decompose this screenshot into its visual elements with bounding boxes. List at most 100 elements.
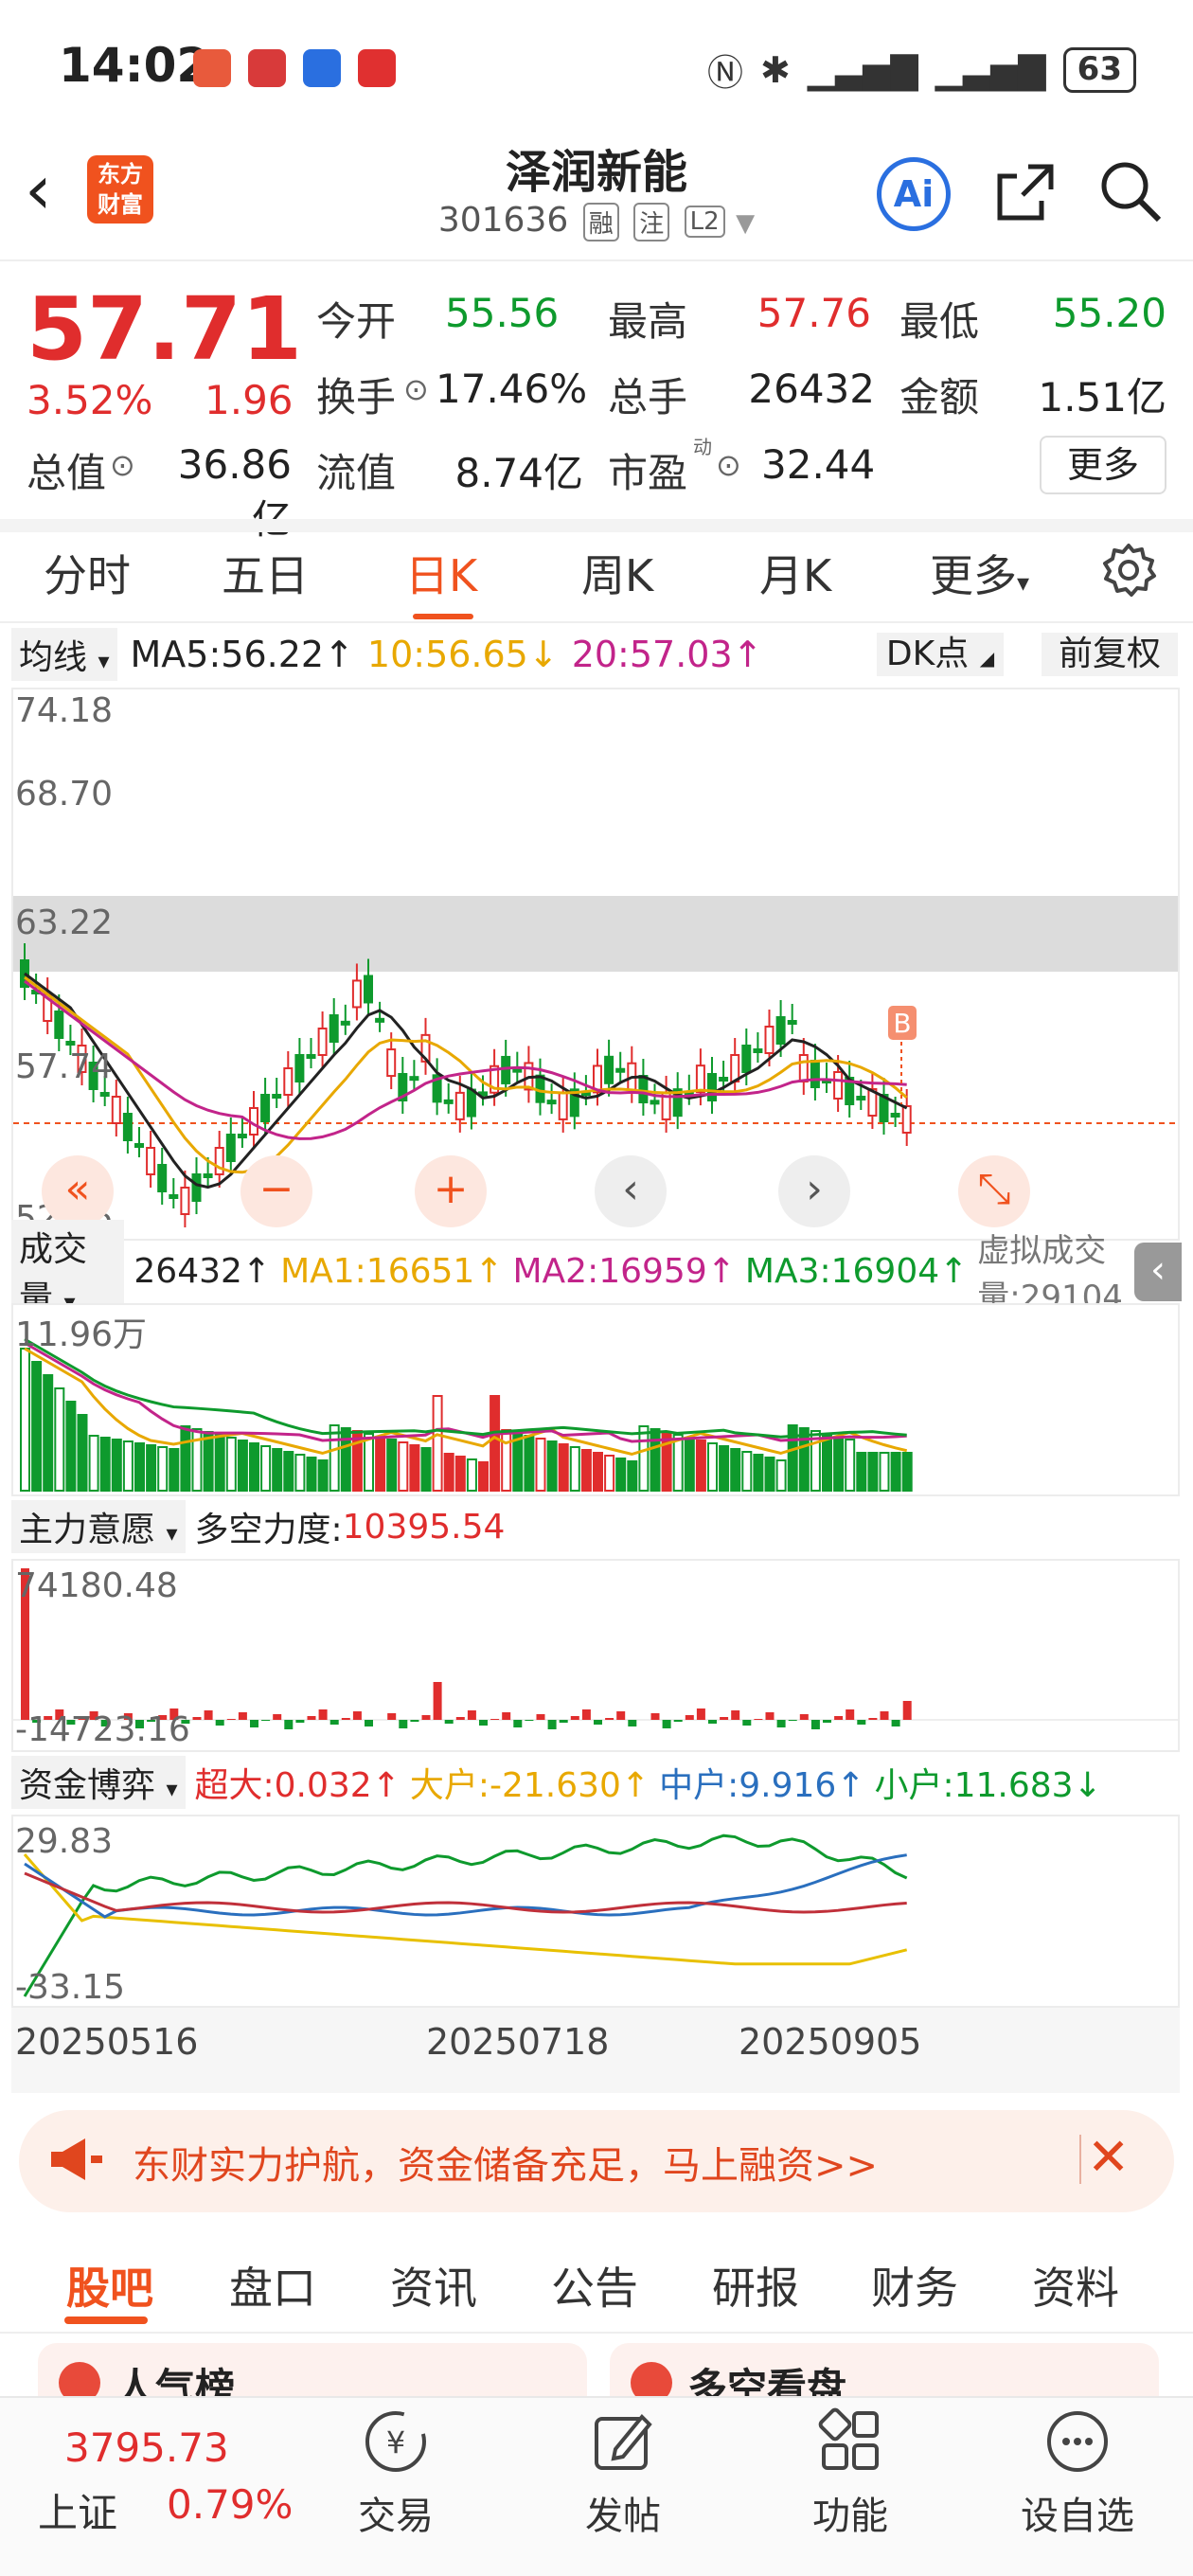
volume-bar (340, 1427, 351, 1492)
collapse-panel-icon[interactable]: ‹ (1134, 1243, 1182, 1301)
volume-bar (775, 1459, 787, 1492)
candle (260, 1094, 271, 1122)
tab-daily-k[interactable]: 日K (405, 542, 477, 604)
low-label: 最低 (899, 298, 980, 345)
chevron-right-icon[interactable]: › (778, 1155, 850, 1227)
tab-five-day[interactable]: 五日 (222, 542, 309, 604)
gear-icon[interactable] (1100, 542, 1157, 599)
ma-dropdown[interactable]: 均线 ▾ (11, 628, 117, 681)
candle (695, 1064, 705, 1094)
main-force-bar (731, 1710, 740, 1720)
volume-bar (524, 1435, 535, 1492)
candle (856, 1096, 866, 1100)
chevron-down-icon[interactable]: ▼ (736, 209, 755, 238)
index-value[interactable]: 3795.73 (64, 2424, 229, 2471)
main-force-bar (433, 1682, 442, 1720)
chevron-down-icon: ▾ (166, 1520, 178, 1547)
expand-icon[interactable]: ⤡ (958, 1155, 1030, 1227)
ai-button[interactable]: Ai (877, 157, 951, 231)
volume-bar (180, 1425, 191, 1492)
volume-bar (604, 1455, 615, 1492)
promo-text[interactable]: 东财实力护航，资金储备充足，马上融资>> (133, 2135, 878, 2190)
svg-text:¥: ¥ (386, 2424, 405, 2460)
tab-more[interactable]: 更多▾ (930, 542, 1029, 604)
volume-bar (272, 1448, 283, 1492)
tab-monthly-k[interactable]: 月K (759, 542, 831, 604)
main-force-chart: 74180.48 -14723.16 (11, 1559, 1180, 1752)
date-label: 20250718 (426, 2021, 610, 2063)
add-watchlist-button[interactable]: 设自选 (1002, 2406, 1153, 2540)
tab-forum[interactable]: 股吧 (66, 2254, 153, 2317)
candle (753, 1048, 763, 1053)
candle (306, 1054, 316, 1059)
volume-bar (695, 1440, 706, 1492)
candle (146, 1147, 156, 1175)
y-label: 68.70 (15, 775, 114, 814)
large-holder-line (23, 1853, 908, 1966)
index-change[interactable]: 0.79% (167, 2481, 293, 2528)
volume-bar (398, 1441, 409, 1492)
tab-intraday[interactable]: 分时 (44, 542, 131, 604)
volume-chart: 11.96万 (11, 1303, 1180, 1496)
chevron-left-icon[interactable]: ‹ (595, 1155, 667, 1227)
dk-point-button[interactable]: DK点 ◢ (877, 633, 1004, 676)
more-button[interactable]: 更多 (1040, 436, 1166, 494)
indicator-dropdown[interactable]: 资金博弈 ▾ (11, 1756, 186, 1809)
float-cap-value: 8.74亿 (454, 450, 583, 496)
zoom-in-icon[interactable]: + (415, 1155, 487, 1227)
low-value: 55.20 (1052, 290, 1166, 336)
card-long-short[interactable]: 多空看盘 (610, 2343, 1159, 2411)
adjust-mode-button[interactable]: 前复权 (1042, 633, 1178, 676)
volume-bar (684, 1437, 695, 1492)
indicator-dropdown[interactable]: 主力意愿 ▾ (11, 1500, 186, 1553)
market-cap-label: 总值 (27, 450, 107, 496)
info-icon[interactable]: ⊙ (716, 447, 741, 483)
volume-bar (454, 1456, 466, 1492)
y-label: 74.18 (15, 691, 114, 730)
candle (340, 1020, 350, 1026)
volume-bar (627, 1460, 638, 1492)
main-force-bar (525, 1720, 534, 1721)
volume-bar (741, 1451, 753, 1492)
candle (225, 1134, 236, 1162)
search-icon[interactable] (1096, 157, 1165, 225)
main-force-bar (307, 1716, 316, 1720)
volume-bar (707, 1442, 718, 1492)
info-icon[interactable]: ⊙ (110, 447, 135, 483)
tab-research[interactable]: 研报 (712, 2254, 799, 2317)
volume-bar (856, 1452, 867, 1492)
card-popularity[interactable]: 人气榜 (38, 2343, 587, 2411)
share-icon[interactable] (990, 159, 1059, 227)
volume-bar (558, 1443, 569, 1492)
tab-weekly-k[interactable]: 周K (581, 542, 653, 604)
trade-button[interactable]: ¥ 交易 (320, 2406, 472, 2540)
close-icon[interactable]: ✕ (1087, 2127, 1130, 2187)
tab-profile[interactable]: 资料 (1032, 2254, 1119, 2317)
volume-bars (20, 1348, 913, 1492)
tab-announcements[interactable]: 公告 (551, 2254, 638, 2317)
volume-bar (99, 1437, 111, 1492)
kline-chart[interactable]: B 74.18 68.70 63.22 57.74 52.26 « − + ‹ … (11, 688, 1180, 1241)
tab-news[interactable]: 资讯 (390, 2254, 477, 2317)
post-button[interactable]: 发帖 (547, 2406, 699, 2540)
scroll-left-fast-icon[interactable]: « (42, 1155, 114, 1227)
candle (351, 979, 362, 1009)
volume-bar (890, 1452, 901, 1492)
tab-order-book[interactable]: 盘口 (229, 2254, 316, 2317)
chevron-down-icon: ▾ (98, 648, 110, 674)
main-force-bar (421, 1715, 431, 1720)
candle (272, 1094, 282, 1099)
chevron-down-icon: ▾ (1017, 569, 1030, 598)
volume-total: 26432↑ (134, 1251, 272, 1291)
volume-bar (203, 1431, 214, 1492)
volume-bar (901, 1452, 913, 1492)
candle (741, 1045, 752, 1073)
tab-financials[interactable]: 财务 (871, 2254, 958, 2317)
zoom-out-icon[interactable]: − (240, 1155, 312, 1227)
functions-button[interactable]: 功能 (775, 2406, 926, 2540)
info-icon[interactable]: ⊙ (403, 371, 429, 407)
index-name[interactable]: 上证 (38, 2481, 117, 2539)
main-force-bar (318, 1709, 328, 1720)
main-force-bar (880, 1711, 889, 1720)
main-force-bar (455, 1717, 465, 1720)
